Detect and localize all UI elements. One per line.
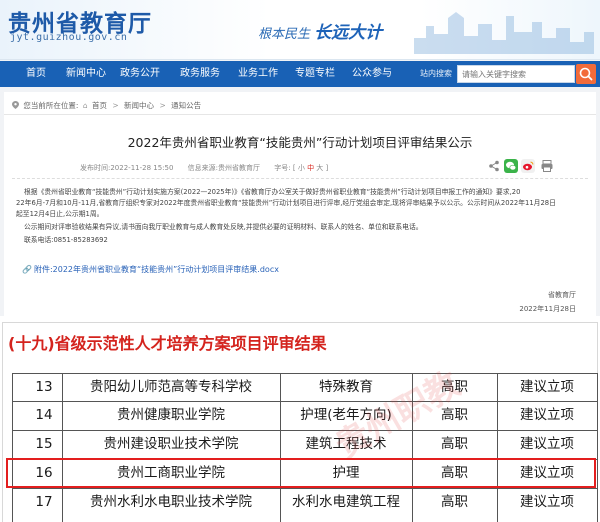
row-number: 13 — [35, 379, 53, 395]
breadcrumb-divider — [4, 114, 596, 115]
meta-divider — [12, 178, 588, 179]
search-label: 站内搜索 — [420, 69, 452, 78]
row-number: 14 — [35, 407, 53, 423]
major-name: 水利水电建筑工程 — [292, 494, 400, 510]
article-sign-date: 2022年11月28日 — [519, 305, 576, 313]
article-paragraph-1-end: 起至12月4日止,公示期1周。 — [16, 210, 104, 218]
skyline-decoration-icon — [414, 12, 594, 54]
wechat-icon[interactable] — [504, 159, 518, 173]
slogan-part-b: 长远大计 — [314, 23, 383, 43]
share-icon[interactable] — [488, 160, 500, 172]
breadcrumb: 您当前所在位置: ⌂ 首页 > 新闻中心 > 通知公告 — [12, 100, 201, 111]
sheet-title: (十九)省级示范性人才培养方案项目评审结果 — [8, 334, 327, 353]
school-name: 贵州建设职业技术学院 — [103, 436, 239, 452]
font-size-medium[interactable]: 中 — [307, 164, 314, 172]
article-paragraph-1: 根据《贵州省职业教育“技能贵州”行动计划实施方案(2022—2025年)》《省教… — [24, 188, 521, 196]
nav-home[interactable]: 首页 — [26, 61, 46, 87]
font-size-small[interactable]: [ 小 — [293, 164, 305, 172]
breadcrumb-notices[interactable]: 通知公告 — [171, 101, 201, 110]
web-page-screenshot: 贵州省教育厅 jyt.guizhou.gov.cn 根本民生 长远大计 首页 新… — [0, 0, 600, 316]
row-number: 17 — [35, 494, 53, 510]
publish-date: 发布时间:2022-11-28 15:50 — [80, 164, 174, 172]
table-row: 13 贵阳幼儿师范高等专科学校 特殊教育 高职 建议立项 — [12, 373, 598, 402]
edu-level: 高职 — [441, 436, 468, 452]
breadcrumb-home[interactable]: 首页 — [92, 101, 107, 110]
review-result: 建议立项 — [520, 407, 574, 423]
article-paragraph-1-cont: 22年6月-7月和10月-11月,省教育厅组织专家对2022年度贵州省职业教育“… — [16, 199, 556, 207]
highlight-box — [6, 458, 596, 488]
print-icon[interactable] — [540, 159, 554, 173]
breadcrumb-sep: > — [112, 101, 119, 110]
nav-participation[interactable]: 公众参与 — [352, 61, 392, 87]
breadcrumb-sep: > — [159, 101, 166, 110]
main-navbar: 首页 新闻中心 政务公开 政务服务 业务工作 专题专栏 公众参与 站内搜索 — [0, 61, 600, 87]
nav-news[interactable]: 新闻中心 — [66, 61, 106, 87]
edu-level: 高职 — [441, 494, 468, 510]
school-name: 贵阳幼儿师范高等专科学校 — [90, 379, 252, 395]
nav-special[interactable]: 专题专栏 — [295, 61, 335, 87]
font-size-label: 字号: — [274, 164, 291, 172]
site-banner: 贵州省教育厅 jyt.guizhou.gov.cn 根本民生 长远大计 — [0, 0, 600, 60]
info-source: 信息来源:贵州省教育厅 — [187, 164, 261, 172]
share-bar — [488, 158, 588, 174]
search-input[interactable] — [457, 65, 575, 83]
row-number: 15 — [35, 436, 53, 452]
article-title: 2022年贵州省职业教育“技能贵州”行动计划项目评审结果公示 — [127, 135, 473, 150]
table-row: 17 贵州水利水电职业技术学院 水利水电建筑工程 高职 建议立项 — [12, 488, 598, 517]
article-contact: 联系电话:0851-85283692 — [24, 236, 108, 244]
review-result: 建议立项 — [520, 494, 574, 510]
review-result: 建议立项 — [520, 379, 574, 395]
nav-gov-services[interactable]: 政务服务 — [180, 61, 220, 87]
school-name: 贵州健康职业学院 — [117, 407, 225, 423]
breadcrumb-news[interactable]: 新闻中心 — [124, 101, 154, 110]
school-name: 贵州水利水电职业技术学院 — [90, 494, 252, 510]
table-row: 14 贵州健康职业学院 护理(老年方向) 高职 建议立项 — [12, 401, 598, 430]
slogan-part-a: 根本民生 — [258, 27, 311, 42]
article-paragraph-2: 公示期间对评审验收结果有异议,请书面向我厅职业教育与成人教育处反映,并提供必要的… — [24, 223, 423, 231]
search-button[interactable] — [576, 64, 596, 84]
site-url: jyt.guizhou.gov.cn — [10, 32, 128, 43]
review-result: 建议立项 — [520, 436, 574, 452]
location-icon — [12, 101, 19, 109]
nav-gov-info[interactable]: 政务公开 — [120, 61, 160, 87]
weibo-icon[interactable] — [521, 159, 535, 173]
site-slogan: 根本民生 长远大计 — [258, 18, 382, 43]
article-signature: 省教育厅 — [548, 291, 576, 299]
table-row: 15 贵州建设职业技术学院 建筑工程技术 高职 建议立项 — [12, 430, 598, 459]
article-meta: 发布时间:2022-11-28 15:50 信息来源:贵州省教育厅 字号: [ … — [80, 163, 328, 173]
breadcrumb-prefix: 您当前所在位置: — [23, 101, 79, 110]
font-size-large[interactable]: 大 ] — [316, 164, 328, 172]
article-container: 您当前所在位置: ⌂ 首页 > 新闻中心 > 通知公告 2022年贵州省职业教育… — [4, 92, 596, 316]
attachment-link[interactable]: 🔗 附件:2022年贵州省职业教育“技能贵州”行动计划项目评审结果.docx — [22, 264, 279, 275]
paperclip-icon: 🔗 — [22, 265, 32, 274]
breadcrumb-home-icon: ⌂ — [82, 101, 88, 110]
nav-business[interactable]: 业务工作 — [238, 61, 278, 87]
search-icon — [579, 67, 593, 81]
